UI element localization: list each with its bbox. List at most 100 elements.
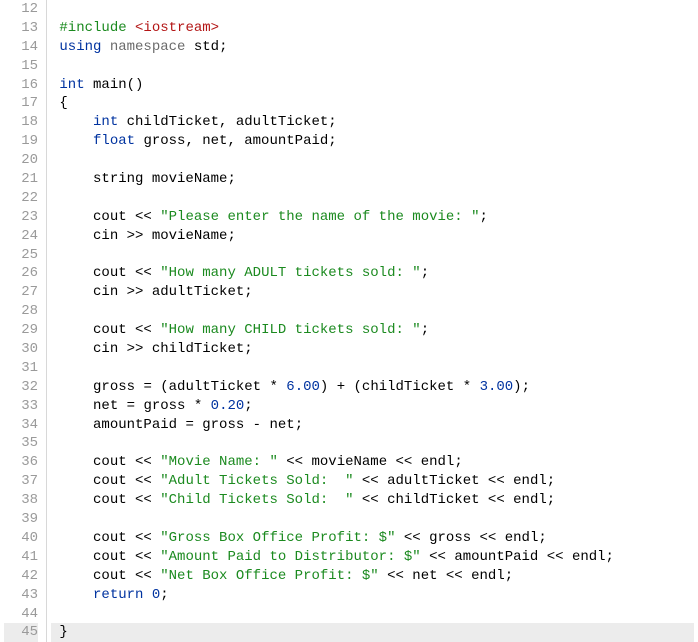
code-line[interactable] [51,434,694,453]
token-str: "How many CHILD tickets sold: " [160,322,420,338]
line-number: 16 [4,76,38,95]
token-id: gross [429,530,479,546]
code-line[interactable]: gross = (adultTicket * 6.00) + (childTic… [51,378,694,397]
code-line[interactable] [51,605,694,624]
token-typ: int [59,77,93,93]
token-id: movieName [311,454,395,470]
line-number: 13 [4,19,38,38]
code-line[interactable]: { [51,94,694,113]
token-op: * [463,379,480,395]
code-line[interactable] [51,189,694,208]
line-number: 26 [4,264,38,283]
token-op: << [135,473,160,489]
token-op: >> [127,284,152,300]
token-op: ); [513,379,530,395]
code-line[interactable] [51,510,694,529]
token-str: "How many ADULT tickets sold: " [160,265,420,281]
token-op: << [396,530,430,546]
code-line[interactable]: net = gross * 0.20; [51,397,694,416]
token-id: amountPaid [93,417,185,433]
token-op: << [353,492,387,508]
code-line[interactable]: cin >> adultTicket; [51,283,694,302]
token-op: << [446,568,471,584]
code-line[interactable]: amountPaid = gross - net; [51,416,694,435]
code-line[interactable]: cout << "Net Box Office Profit: $" << ne… [51,567,694,586]
token-op: << [135,209,160,225]
token-id: cout [93,492,135,508]
token-op: ; [421,322,429,338]
token-str: "Net Box Office Profit: $" [160,568,378,584]
token-op [59,568,93,584]
token-id: endl; [421,454,463,470]
line-number: 20 [4,151,38,170]
code-line[interactable] [51,57,694,76]
token-op: << [547,549,572,565]
token-id: gross [143,398,193,414]
code-line[interactable]: cin >> movieName; [51,227,694,246]
code-line[interactable]: cout << "Adult Tickets Sold: " << adultT… [51,472,694,491]
token-id: cout [93,322,135,338]
line-number: 33 [4,397,38,416]
line-number: 18 [4,113,38,132]
code-line[interactable]: } [51,623,694,642]
line-number: 31 [4,359,38,378]
line-number: 14 [4,38,38,57]
token-id: gross [93,379,143,395]
code-line[interactable] [51,302,694,321]
code-line[interactable]: cout << "How many ADULT tickets sold: "; [51,264,694,283]
code-line[interactable] [51,0,694,19]
code-line[interactable] [51,246,694,265]
code-line[interactable] [51,359,694,378]
token-str: "Amount Paid to Distributor: $" [160,549,420,565]
code-line[interactable]: #include <iostream> [51,19,694,38]
code-line[interactable] [51,151,694,170]
code-line[interactable]: cout << "Child Tickets Sold: " << childT… [51,491,694,510]
token-op: ; [219,39,227,55]
token-op: << [135,492,160,508]
token-kw: using [59,39,109,55]
code-line[interactable]: cout << "Amount Paid to Distributor: $" … [51,548,694,567]
token-id: endl; [572,549,614,565]
code-area[interactable]: #include <iostream> using namespace std;… [47,0,698,642]
token-typ: int [93,114,127,130]
token-op [59,549,93,565]
code-line[interactable]: string movieName; [51,170,694,189]
token-id: cin [93,284,127,300]
token-op: = [185,417,202,433]
token-op [59,133,93,149]
token-id: endl; [471,568,513,584]
code-line[interactable]: return 0; [51,586,694,605]
line-number: 38 [4,491,38,510]
code-line[interactable]: cout << "How many CHILD tickets sold: "; [51,321,694,340]
code-line[interactable]: float gross, net, amountPaid; [51,132,694,151]
token-inc: <iostream> [135,20,219,36]
token-op [59,454,93,470]
token-id: amountPaid [454,549,546,565]
line-number: 44 [4,605,38,624]
code-line[interactable]: using namespace std; [51,38,694,57]
code-line[interactable]: cout << "Movie Name: " << movieName << e… [51,453,694,472]
token-op: ) + ( [320,379,362,395]
line-number: 42 [4,567,38,586]
token-op: << [135,454,160,470]
token-op [59,417,93,433]
line-number: 21 [4,170,38,189]
token-op: << [135,530,160,546]
token-op: << [379,568,413,584]
token-op: * [194,398,211,414]
code-line[interactable]: int main() [51,76,694,95]
token-str: "Adult Tickets Sold: " [160,473,353,489]
code-line[interactable]: cin >> childTicket; [51,340,694,359]
token-op: = ( [143,379,168,395]
line-number: 17 [4,94,38,113]
token-op [59,322,93,338]
token-id: cout [93,549,135,565]
token-op [59,379,93,395]
line-number: 30 [4,340,38,359]
line-number-gutter: 1213141516171819202122232425262728293031… [0,0,47,642]
code-line[interactable]: cout << "Gross Box Office Profit: $" << … [51,529,694,548]
token-id: main() [93,77,143,93]
line-number: 45 [4,623,38,642]
code-line[interactable]: int childTicket, adultTicket; [51,113,694,132]
code-line[interactable]: cout << "Please enter the name of the mo… [51,208,694,227]
